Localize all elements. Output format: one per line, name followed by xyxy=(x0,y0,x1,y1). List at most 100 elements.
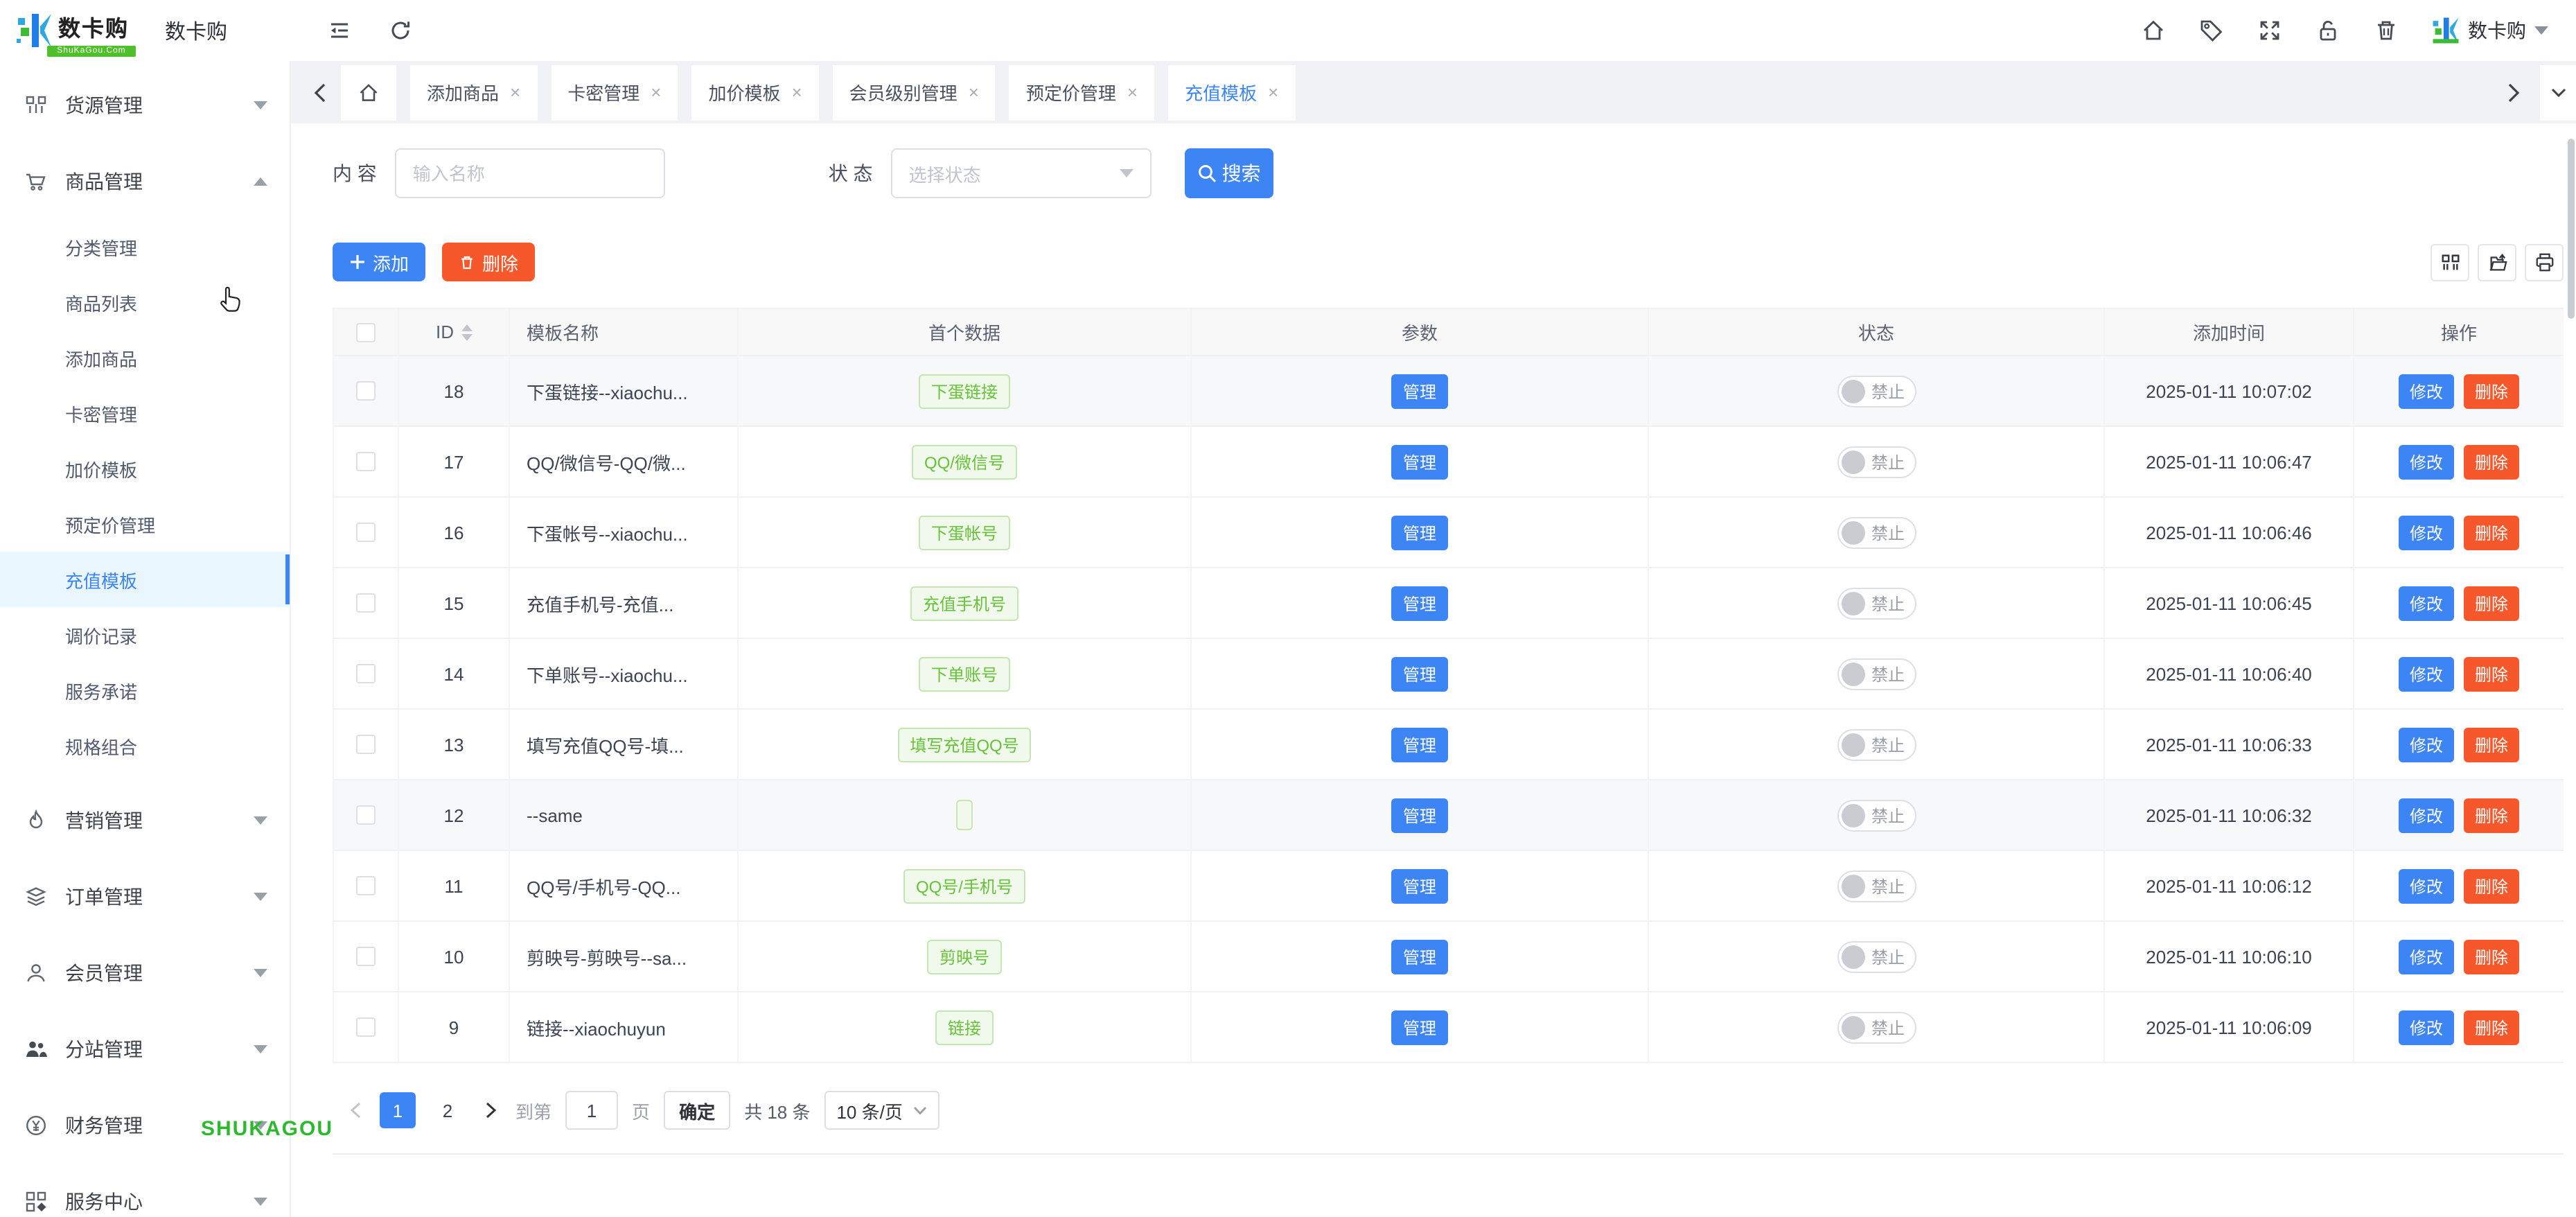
tabs-menu-button[interactable] xyxy=(2540,64,2576,120)
remove-button[interactable]: 删除 xyxy=(2464,868,2520,903)
manage-button[interactable]: 管理 xyxy=(1391,586,1447,620)
prev-page-button[interactable] xyxy=(344,1102,366,1119)
close-icon[interactable]: × xyxy=(1268,83,1278,101)
sidebar-item-huoyuan[interactable]: 货源管理 xyxy=(0,67,290,143)
sidebar-item-shangpin[interactable]: 商品管理 xyxy=(0,143,290,219)
manage-button[interactable]: 管理 xyxy=(1391,656,1447,691)
next-page-button[interactable] xyxy=(479,1102,502,1119)
vertical-scrollbar[interactable] xyxy=(2568,139,2575,319)
manage-button[interactable]: 管理 xyxy=(1391,798,1447,832)
row-checkbox[interactable] xyxy=(356,1017,376,1037)
page-2-button[interactable]: 2 xyxy=(430,1092,466,1128)
remove-button[interactable]: 删除 xyxy=(2464,1010,2520,1044)
status-toggle[interactable]: 禁止 xyxy=(1837,1011,1916,1043)
tab-home[interactable] xyxy=(341,64,396,120)
row-checkbox[interactable] xyxy=(356,876,376,895)
fullscreen-icon[interactable] xyxy=(2257,18,2282,43)
sidebar-item-guige[interactable]: 规格组合 xyxy=(0,718,290,773)
manage-button[interactable]: 管理 xyxy=(1391,727,1447,762)
sidebar-item-chongzhi-active[interactable]: 充值模板 xyxy=(0,552,290,607)
goto-page-input[interactable] xyxy=(565,1091,619,1130)
manage-button[interactable]: 管理 xyxy=(1391,444,1447,479)
close-icon[interactable]: × xyxy=(791,83,802,101)
tabs-scroll-left[interactable] xyxy=(305,69,335,116)
row-checkbox[interactable] xyxy=(356,593,376,613)
status-toggle[interactable]: 禁止 xyxy=(1837,375,1916,407)
edit-button[interactable]: 修改 xyxy=(2398,515,2454,550)
tag-icon[interactable] xyxy=(2199,18,2224,43)
edit-button[interactable]: 修改 xyxy=(2398,798,2454,832)
tab-kamiguanli[interactable]: 卡密管理 × xyxy=(551,64,678,120)
status-toggle[interactable]: 禁止 xyxy=(1837,870,1916,902)
trash-icon[interactable] xyxy=(2374,18,2399,43)
sidebar-item-fuwuchengnuo[interactable]: 服务承诺 xyxy=(0,663,290,718)
edit-button[interactable]: 修改 xyxy=(2398,727,2454,762)
select-all-checkbox[interactable] xyxy=(356,322,376,342)
edit-button[interactable]: 修改 xyxy=(2398,939,2454,974)
header-id[interactable]: ID xyxy=(399,309,510,355)
home-icon[interactable] xyxy=(2141,18,2166,43)
remove-button[interactable]: 删除 xyxy=(2464,515,2520,550)
refresh-icon[interactable] xyxy=(388,18,413,43)
remove-button[interactable]: 删除 xyxy=(2464,444,2520,479)
remove-button[interactable]: 删除 xyxy=(2464,727,2520,762)
remove-button[interactable]: 删除 xyxy=(2464,586,2520,620)
manage-button[interactable]: 管理 xyxy=(1391,868,1447,903)
sidebar-item-caiwu[interactable]: 财务管理 xyxy=(0,1087,290,1163)
sidebar-item-tiaojia[interactable]: 调价记录 xyxy=(0,607,290,663)
row-checkbox[interactable] xyxy=(356,381,376,401)
edit-button[interactable]: 修改 xyxy=(2398,586,2454,620)
status-toggle[interactable]: 禁止 xyxy=(1837,799,1916,831)
tab-chongzhimoban-active[interactable]: 充值模板 × xyxy=(1168,64,1296,120)
status-toggle[interactable]: 禁止 xyxy=(1837,587,1916,619)
remove-button[interactable]: 删除 xyxy=(2464,374,2520,408)
sidebar-item-fuwuzhongxin[interactable]: 服务中心 xyxy=(0,1163,290,1217)
sidebar-item-huiyuan[interactable]: 会员管理 xyxy=(0,934,290,1010)
tabs-scroll-right[interactable] xyxy=(2498,69,2529,116)
close-icon[interactable]: × xyxy=(969,83,979,101)
sidebar-item-kami[interactable]: 卡密管理 xyxy=(0,385,290,441)
export-button[interactable] xyxy=(2478,243,2516,281)
close-icon[interactable]: × xyxy=(651,83,661,101)
manage-button[interactable]: 管理 xyxy=(1391,1010,1447,1044)
manage-button[interactable]: 管理 xyxy=(1391,939,1447,974)
remove-button[interactable]: 删除 xyxy=(2464,656,2520,691)
logo[interactable]: 数卡购 ShuKaGou.Com 数卡购 xyxy=(0,6,291,57)
row-checkbox[interactable] xyxy=(356,947,376,966)
columns-setting-button[interactable] xyxy=(2431,243,2469,281)
status-filter-select[interactable]: 选择状态 xyxy=(890,148,1152,198)
sidebar-item-tianjia[interactable]: 添加商品 xyxy=(0,330,290,385)
edit-button[interactable]: 修改 xyxy=(2398,444,2454,479)
content-filter-input[interactable] xyxy=(394,148,665,198)
close-icon[interactable]: × xyxy=(510,83,520,101)
sidebar-item-liebiao[interactable]: 商品列表 xyxy=(0,274,290,330)
row-checkbox[interactable] xyxy=(356,452,376,471)
delete-button[interactable]: 删除 xyxy=(442,243,536,281)
remove-button[interactable]: 删除 xyxy=(2464,798,2520,832)
sidebar-item-jiajia[interactable]: 加价模板 xyxy=(0,441,290,496)
tab-yudingjia[interactable]: 预定价管理 × xyxy=(1009,64,1155,120)
sidebar-item-fenlei[interactable]: 分类管理 xyxy=(0,219,290,274)
sidebar-item-fenzhan[interactable]: 分站管理 xyxy=(0,1010,290,1087)
print-button[interactable] xyxy=(2525,243,2564,281)
search-button[interactable]: 搜索 xyxy=(1184,148,1273,198)
status-toggle[interactable]: 禁止 xyxy=(1837,658,1916,690)
sidebar-item-dingdan[interactable]: 订单管理 xyxy=(0,858,290,934)
tab-jiajiamoban[interactable]: 加价模板 × xyxy=(691,64,819,120)
edit-button[interactable]: 修改 xyxy=(2398,374,2454,408)
user-menu[interactable]: 数卡购 xyxy=(2432,17,2548,44)
row-checkbox[interactable] xyxy=(356,805,376,825)
row-checkbox[interactable] xyxy=(356,523,376,542)
sidebar-item-yudingjia[interactable]: 预定价管理 xyxy=(0,496,290,552)
add-button[interactable]: 添加 xyxy=(333,243,426,281)
sort-icons[interactable] xyxy=(461,324,472,340)
lock-icon[interactable] xyxy=(2315,18,2340,43)
page-size-select[interactable]: 10 条/页 xyxy=(824,1091,940,1130)
tab-huiyuanjibie[interactable]: 会员级别管理 × xyxy=(832,64,996,120)
status-toggle[interactable]: 禁止 xyxy=(1837,940,1916,972)
row-checkbox[interactable] xyxy=(356,664,376,683)
edit-button[interactable]: 修改 xyxy=(2398,656,2454,691)
status-toggle[interactable]: 禁止 xyxy=(1837,446,1916,478)
collapse-sidebar-icon[interactable] xyxy=(327,18,352,43)
edit-button[interactable]: 修改 xyxy=(2398,1010,2454,1044)
